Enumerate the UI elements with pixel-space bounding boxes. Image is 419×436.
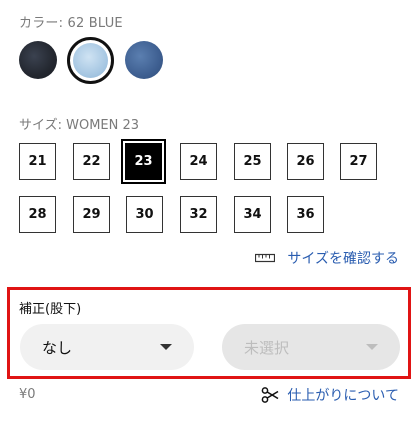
- hem-select-secondary[interactable]: 未選択: [222, 324, 400, 370]
- hem-select-primary[interactable]: なし: [20, 324, 194, 370]
- size-guide-label: サイズを確認する: [287, 251, 399, 267]
- size-option-selected[interactable]: 23: [121, 139, 166, 184]
- size-option[interactable]: 29: [73, 196, 110, 233]
- size-option[interactable]: 28: [19, 196, 56, 233]
- ruler-icon: [255, 253, 276, 263]
- scissors-icon: [262, 387, 279, 403]
- hem-label: 補正(股下): [19, 302, 82, 317]
- size-option[interactable]: 21: [19, 143, 56, 180]
- size-option[interactable]: 22: [73, 143, 110, 180]
- caret-down-icon: [160, 344, 172, 350]
- swatch-light-blue-fill: [73, 43, 108, 78]
- finish-info-label: 仕上がりについて: [287, 388, 399, 404]
- finish-info-link[interactable]: 仕上がりについて: [261, 385, 399, 405]
- size-option[interactable]: 25: [234, 143, 271, 180]
- caret-down-icon: [366, 344, 378, 350]
- swatch-dark[interactable]: [19, 41, 57, 79]
- size-label: サイズ: WOMEN 23: [19, 118, 140, 133]
- color-label: カラー: 62 BLUE: [19, 16, 123, 31]
- size-option[interactable]: 27: [340, 143, 377, 180]
- swatch-light-blue-selected[interactable]: [67, 37, 114, 84]
- hem-price: ¥0: [19, 387, 36, 402]
- size-option[interactable]: 26: [287, 143, 324, 180]
- size-option[interactable]: 34: [234, 196, 271, 233]
- size-option[interactable]: 36: [287, 196, 324, 233]
- size-guide-link[interactable]: サイズを確認する: [255, 248, 399, 268]
- size-option[interactable]: 32: [180, 196, 217, 233]
- hem-select-secondary-value: 未選択: [244, 338, 290, 357]
- hem-select-primary-value: なし: [42, 338, 73, 357]
- swatch-blue[interactable]: [125, 41, 163, 79]
- size-option[interactable]: 30: [126, 196, 163, 233]
- size-option[interactable]: 24: [180, 143, 217, 180]
